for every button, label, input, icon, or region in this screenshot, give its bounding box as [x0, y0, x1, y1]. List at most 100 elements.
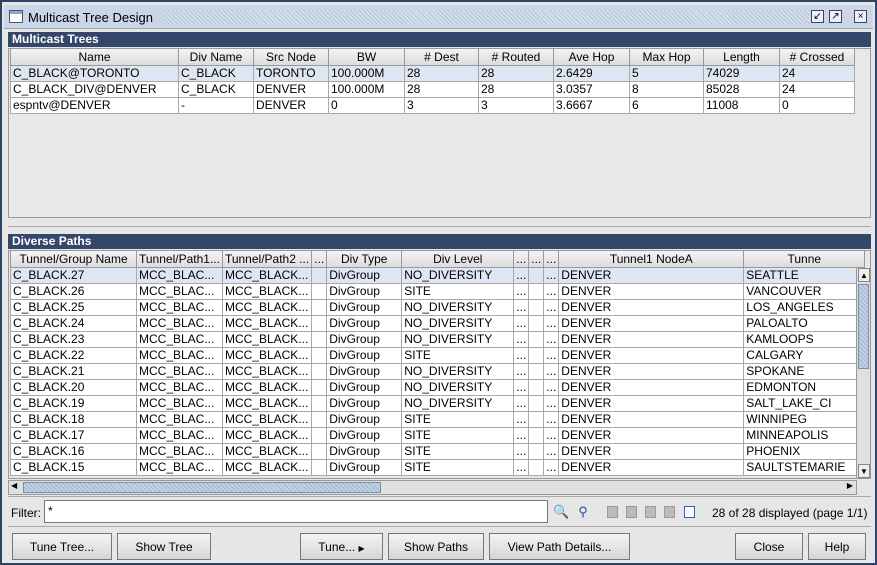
table-row[interactable]: C_BLACK.16 MCC_BLAC... MCC_BLACK... DivGrou…: [10, 442, 866, 460]
column-header[interactable]: ...: [528, 251, 545, 268]
scroll-up-icon[interactable]: ▲: [858, 268, 870, 282]
table-cell: ...: [513, 442, 530, 460]
search-people-icon[interactable]: ⚲: [575, 504, 591, 520]
table-cell: MCC_BLACK...: [221, 394, 313, 412]
table-row[interactable]: C_BLACK.20 MCC_BLAC... MCC_BLACK... DivGrou…: [10, 378, 866, 396]
table-cell: MCC_BLACK...: [221, 314, 313, 332]
first-page-icon[interactable]: [607, 506, 618, 518]
table-cell: C_BLACK@TORONTO: [10, 64, 179, 82]
column-header[interactable]: Ave Hop: [553, 49, 630, 66]
column-header[interactable]: Src Node: [253, 49, 329, 66]
table-cell: ...: [513, 330, 530, 348]
find-document-icon[interactable]: 🔍: [553, 504, 569, 520]
column-header[interactable]: Tunnel1 NodeA: [558, 251, 745, 268]
column-header[interactable]: # Crossed: [779, 49, 855, 66]
table-cell: DivGroup: [326, 314, 403, 332]
column-header[interactable]: Max Hop: [629, 49, 704, 66]
table-cell: SEATTLE: [743, 266, 866, 284]
scroll-left-icon[interactable]: ◀: [11, 481, 17, 490]
restore-icon[interactable]: ↙: [811, 10, 824, 23]
vertical-scrollbar[interactable]: ▲ ▼: [856, 268, 870, 478]
table-cell: NO_DIVERSITY: [401, 298, 515, 316]
table-cell: ...: [513, 266, 530, 284]
column-header[interactable]: Tunne: [743, 251, 866, 268]
vertical-scroll-thumb[interactable]: [858, 284, 869, 369]
horizontal-scroll-thumb[interactable]: [23, 482, 381, 493]
scroll-down-icon[interactable]: ▼: [858, 464, 870, 478]
table-row[interactable]: C_BLACK.25 MCC_BLAC... MCC_BLACK... DivGrou…: [10, 298, 866, 316]
table-cell: ...: [543, 346, 560, 364]
column-header[interactable]: ...: [513, 251, 530, 268]
table-cell: MCC_BLACK...: [221, 346, 313, 364]
column-header[interactable]: Length: [703, 49, 780, 66]
column-header[interactable]: # Dest: [404, 49, 479, 66]
table-cell: MCC_BLACK...: [221, 298, 313, 316]
table-row[interactable]: C_BLACK.26 MCC_BLAC... MCC_BLACK... DivGrou…: [10, 282, 866, 300]
help-button[interactable]: Help: [808, 533, 866, 560]
close-button[interactable]: Close: [735, 533, 803, 560]
diverse-paths-table[interactable]: Tunnel/Group Name Tunnel/Path1... Tunnel/P…: [8, 250, 871, 479]
table-row[interactable]: espntv@DENVER - DENVER 0 3 3 3.6667 6 11008 0: [10, 96, 855, 114]
tune-tree-button[interactable]: Tune Tree...: [12, 533, 112, 560]
table-cell: WINNIPEG: [743, 410, 866, 428]
column-header[interactable]: Div Type: [326, 251, 403, 268]
table-cell: DENVER: [253, 80, 329, 98]
window-icon: [9, 10, 23, 23]
table-cell: MCC_BLAC...: [136, 442, 223, 460]
table-row[interactable]: C_BLACK.17 MCC_BLAC... MCC_BLACK... DivGrou…: [10, 426, 866, 444]
column-header[interactable]: Tunnel/Group Name: [10, 251, 137, 268]
column-header[interactable]: ...: [311, 251, 328, 268]
table-cell: EDMONTON: [743, 378, 866, 396]
table-row[interactable]: C_BLACK.23 MCC_BLAC... MCC_BLACK... DivGrou…: [10, 330, 866, 348]
table-cell: MCC_BLAC...: [136, 458, 223, 476]
table-cell: C_BLACK: [178, 80, 254, 98]
title-texture: [164, 10, 809, 24]
tune-menu-button[interactable]: Tune... ▶: [300, 533, 383, 560]
table-row[interactable]: C_BLACK@TORONTO C_BLACK TORONTO 100.000M 28 2…: [10, 64, 855, 82]
table-row[interactable]: C_BLACK.15 MCC_BLAC... MCC_BLACK... DivGrou…: [10, 458, 866, 476]
show-tree-button[interactable]: Show Tree: [117, 533, 211, 560]
table-cell: MCC_BLACK...: [221, 426, 313, 444]
close-icon[interactable]: ×: [854, 10, 867, 23]
last-page-icon[interactable]: [664, 506, 675, 518]
filter-input[interactable]: *: [44, 500, 548, 523]
next-page-icon[interactable]: [645, 506, 656, 518]
list-icon[interactable]: [684, 506, 695, 518]
table-row[interactable]: C_BLACK.19 MCC_BLAC... MCC_BLACK... DivGrou…: [10, 394, 866, 412]
column-header[interactable]: # Routed: [478, 49, 554, 66]
table-row[interactable]: C_BLACK.22 MCC_BLAC... MCC_BLACK... DivGrou…: [10, 346, 866, 364]
view-path-details-button[interactable]: View Path Details...: [489, 533, 630, 560]
table-row[interactable]: C_BLACK.24 MCC_BLAC... MCC_BLACK... DivGrou…: [10, 314, 866, 332]
table-row[interactable]: C_BLACK.21 MCC_BLAC... MCC_BLACK... DivGrou…: [10, 362, 866, 380]
table-cell: [528, 346, 545, 364]
maximize-icon[interactable]: ↗: [829, 10, 842, 23]
table-cell: ...: [543, 266, 560, 284]
scroll-right-icon[interactable]: ▶: [847, 481, 853, 490]
column-header[interactable]: ...: [543, 251, 560, 268]
table-cell: [311, 330, 328, 348]
column-header[interactable]: BW: [328, 49, 405, 66]
show-paths-button[interactable]: Show Paths: [388, 533, 484, 560]
column-header[interactable]: Div Level: [401, 251, 515, 268]
column-header[interactable]: Name: [10, 49, 179, 66]
table-cell: [528, 282, 545, 300]
table-cell: [311, 314, 328, 332]
table-row[interactable]: C_BLACK_DIV@DENVER C_BLACK DENVER 100.000M 2…: [10, 80, 855, 98]
column-header[interactable]: Tunnel/Path1...: [136, 251, 223, 268]
table-cell: MCC_BLACK...: [221, 282, 313, 300]
column-header[interactable]: Tunnel/Path2 ...: [221, 251, 313, 268]
table-cell: MCC_BLAC...: [136, 426, 223, 444]
column-header[interactable]: Div Name: [178, 49, 254, 66]
table-cell: DENVER: [558, 314, 745, 332]
table-row[interactable]: C_BLACK.27 MCC_BLAC... MCC_BLACK... DivGrou…: [10, 266, 866, 284]
previous-page-icon[interactable]: [626, 506, 637, 518]
title-bar[interactable]: Multicast Tree Design ↙ ↗ ×: [4, 5, 873, 29]
splitter[interactable]: [8, 226, 871, 227]
table-cell: ...: [543, 330, 560, 348]
table-row[interactable]: C_BLACK.18 MCC_BLAC... MCC_BLACK... DivGrou…: [10, 410, 866, 428]
table-cell: SITE: [401, 282, 515, 300]
table-cell: -: [178, 96, 254, 114]
horizontal-scrollbar[interactable]: ◀ ▶: [8, 480, 857, 495]
multicast-trees-table[interactable]: Name Div Name Src Node BW # Dest # Routed Ave …: [8, 48, 871, 218]
table-cell: ...: [513, 298, 530, 316]
